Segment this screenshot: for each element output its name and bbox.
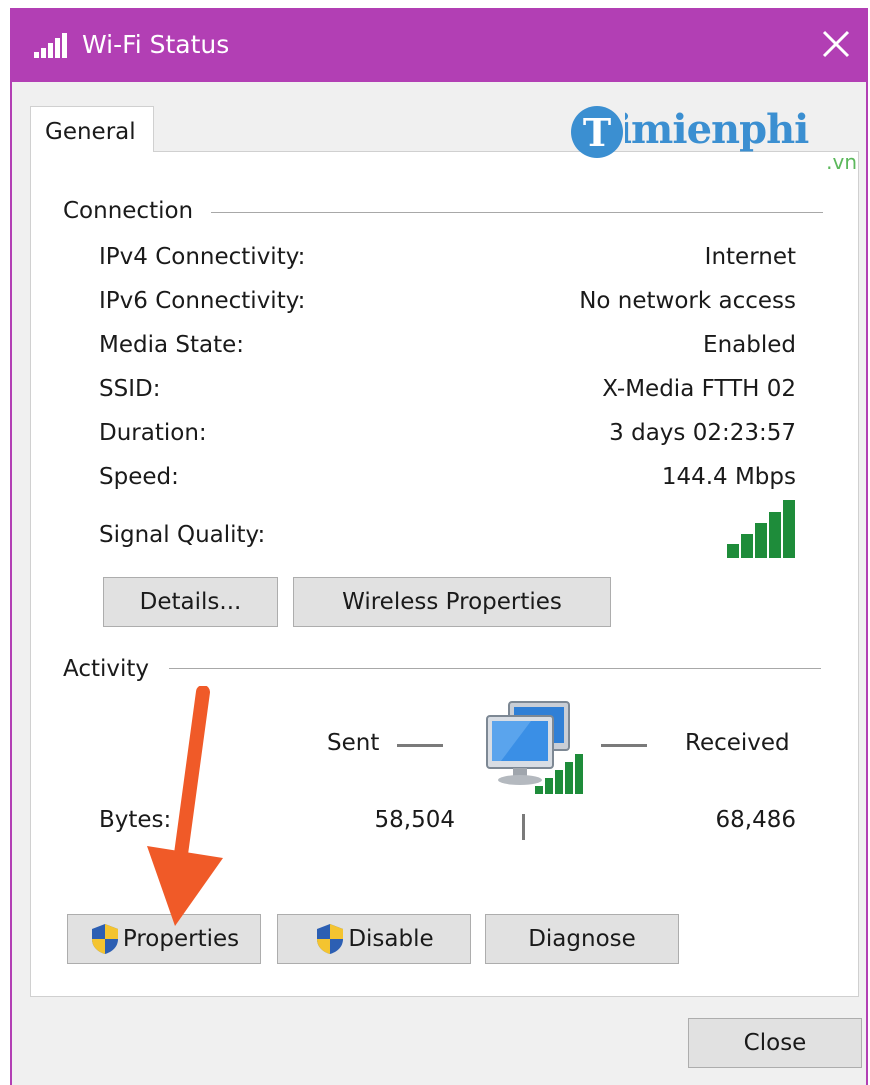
speed-value: 144.4 Mbps <box>661 464 796 490</box>
duration-label: Duration: <box>99 420 207 446</box>
bytes-received-value: 68,486 <box>715 807 796 833</box>
tab-general[interactable]: General <box>30 106 154 152</box>
uac-shield-icon <box>91 924 118 954</box>
signal-quality-icon <box>727 500 795 558</box>
ssid-label: SSID: <box>99 376 161 402</box>
speed-label: Speed: <box>99 464 179 490</box>
diagnose-button[interactable]: Diagnose <box>485 914 679 964</box>
disable-button[interactable]: Disable <box>277 914 471 964</box>
media-state-value: Enabled <box>703 332 796 358</box>
close-icon[interactable] <box>818 26 854 62</box>
wireless-properties-button[interactable]: Wireless Properties <box>293 577 611 627</box>
watermark-logo: T Taimienphi .vn <box>567 96 867 176</box>
ipv4-value: Internet <box>704 244 796 270</box>
network-computers-icon <box>486 701 583 794</box>
signal-quality-label: Signal Quality: <box>99 522 266 548</box>
ssid-value: X-Media FTTH 02 <box>602 376 796 402</box>
title-bar: Wi-Fi Status <box>12 8 866 82</box>
activity-group-title: Activity <box>63 656 160 682</box>
general-panel: Connection IPv4 Connectivity: Internet I… <box>30 151 859 997</box>
received-label: Received <box>685 730 790 756</box>
wifi-signal-icon <box>34 33 67 58</box>
ipv6-value: No network access <box>579 288 796 314</box>
ipv4-label: IPv4 Connectivity: <box>99 244 306 270</box>
activity-divider <box>169 668 821 669</box>
ipv6-label: IPv6 Connectivity: <box>99 288 306 314</box>
received-line <box>601 744 647 747</box>
details-button[interactable]: Details... <box>103 577 278 627</box>
sent-label: Sent <box>327 730 380 756</box>
watermark-suffix: .vn <box>826 150 857 174</box>
uac-shield-icon <box>317 924 344 954</box>
red-arrow-annotation <box>147 686 223 926</box>
close-button[interactable]: Close <box>688 1018 862 1068</box>
bytes-separator <box>522 814 525 840</box>
sent-line <box>397 744 443 747</box>
wifi-status-window: Wi-Fi Status General T Taimienphi .vn Co… <box>10 8 868 1085</box>
media-state-label: Media State: <box>99 332 245 358</box>
duration-value: 3 days 02:23:57 <box>609 420 796 446</box>
bytes-sent-value: 58,504 <box>374 807 455 833</box>
window-title: Wi-Fi Status <box>82 30 230 59</box>
connection-group-title: Connection <box>63 198 204 224</box>
connection-divider <box>211 212 823 213</box>
disable-button-label: Disable <box>348 926 434 952</box>
watermark-initial: T <box>583 110 611 155</box>
